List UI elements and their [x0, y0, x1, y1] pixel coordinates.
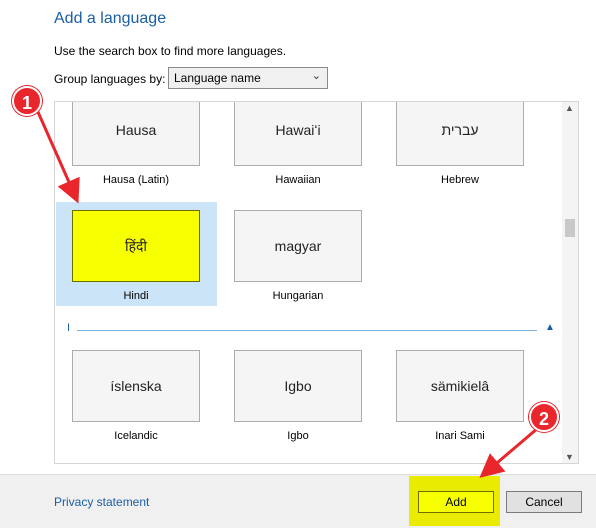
annotation-badge: 1 [12, 86, 42, 116]
language-tile-hungarian[interactable]: magyar [234, 210, 362, 282]
tile-caption: Igbo [287, 430, 309, 442]
language-tile-inari-sami[interactable]: sämikielâ [396, 350, 524, 422]
instruction-text: Use the search box to find more language… [54, 44, 287, 58]
tile-caption: Hawaiian [275, 174, 321, 186]
section-divider [77, 330, 537, 331]
language-tile-icelandic[interactable]: íslenska [72, 350, 200, 422]
add-button[interactable]: Add [418, 491, 494, 513]
annotation-badge: 2 [529, 402, 559, 432]
tile-native-name: हिंदी [124, 238, 148, 254]
vertical-scrollbar[interactable]: ▲ ▼ [562, 102, 578, 463]
scroll-up-icon[interactable]: ▲ [565, 103, 574, 113]
cancel-button[interactable]: Cancel [506, 491, 582, 513]
language-tile-hawaiian[interactable]: Hawaiʻi [234, 102, 362, 166]
tile-caption: Hungarian [272, 290, 324, 302]
scroll-down-icon[interactable]: ▼ [565, 452, 574, 462]
tile-native-name: sämikielâ [430, 378, 490, 394]
tile-caption: Hebrew [441, 174, 479, 186]
dialog-footer: Privacy statement Add Cancel [0, 474, 596, 528]
tile-native-name: Igbo [284, 378, 312, 394]
tile-native-name: Hausa [115, 122, 157, 138]
group-by-label: Group languages by: [54, 72, 166, 86]
tile-native-name: עברית [441, 122, 479, 138]
tile-caption: Hindi [123, 290, 149, 302]
tile-caption: Hausa (Latin) [102, 174, 170, 186]
group-by-value: Language name [174, 71, 261, 85]
language-tile-hebrew[interactable]: עברית [396, 102, 524, 166]
tile-native-name: Hawaiʻi [275, 122, 321, 138]
chevron-down-icon: ⌄ [311, 70, 321, 82]
language-tile-hindi[interactable]: हिंदी [72, 210, 200, 282]
language-tile-hausa[interactable]: Hausa [72, 102, 200, 166]
scroll-thumb[interactable] [565, 219, 575, 237]
language-tile-igbo[interactable]: Igbo [234, 350, 362, 422]
dialog-title: Add a language [54, 10, 167, 27]
tile-native-name: íslenska [110, 378, 162, 394]
language-list[interactable]: Hausa Hausa (Latin) Hawaiʻi Hawaiian עבר… [54, 101, 579, 464]
group-by-dropdown[interactable]: Language name ⌄ [168, 67, 328, 89]
tile-native-name: magyar [274, 238, 322, 254]
privacy-statement-link[interactable]: Privacy statement [54, 495, 149, 509]
tile-caption: Icelandic [114, 430, 158, 442]
chevron-up-icon[interactable]: ▲ [545, 322, 555, 333]
tile-caption: Inari Sami [435, 430, 485, 442]
section-letter: I [67, 322, 71, 334]
